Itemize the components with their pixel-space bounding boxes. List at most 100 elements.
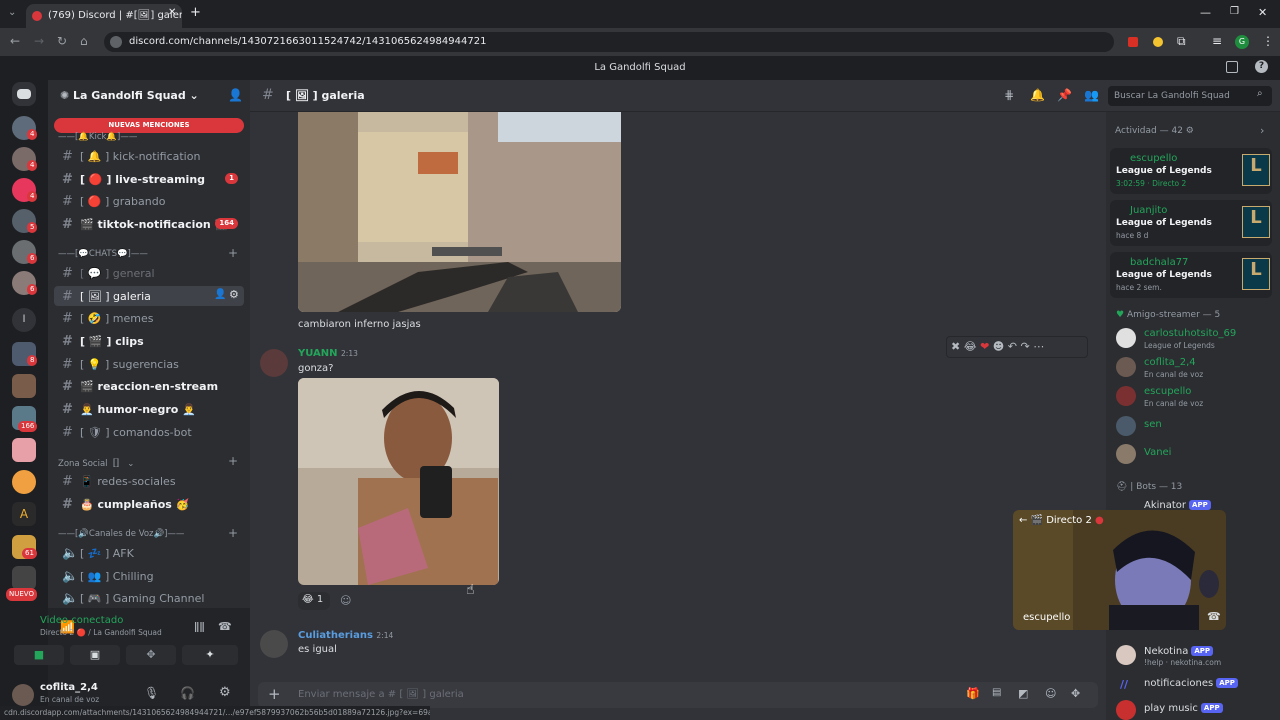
direct-messages-icon[interactable] — [12, 82, 36, 106]
member-name[interactable]: escupello — [1144, 386, 1191, 397]
member-name[interactable]: Vanei — [1144, 447, 1171, 458]
help-icon[interactable]: ? — [1255, 60, 1268, 73]
voice-location[interactable]: Directo 2 🔴 / La Gandolfi Squad — [40, 628, 162, 637]
message-author[interactable]: Culiatherians 2:14 — [298, 630, 393, 641]
avatar[interactable] — [1116, 444, 1136, 464]
invite-icon[interactable]: 👤 — [214, 289, 226, 300]
apps-icon[interactable]: ✥ — [1071, 687, 1080, 700]
server-header[interactable]: ✺ La Gandolfi Squad ⌄ — [60, 89, 199, 102]
notification-bell-icon[interactable]: 🔔 — [1030, 88, 1045, 102]
react-icon[interactable]: ✖ — [951, 340, 960, 353]
notificaciones-bot-icon[interactable]: // — [1120, 678, 1128, 691]
headphones-icon[interactable]: 🎧 — [180, 686, 195, 700]
member-name[interactable]: Nekotina APP — [1144, 646, 1214, 657]
emoji-icon[interactable]: ☺ — [1045, 687, 1056, 700]
avatar[interactable] — [260, 630, 288, 658]
tab-search-icon[interactable]: ⌄ — [8, 7, 16, 18]
restore-icon[interactable]: ❐ — [1230, 6, 1239, 17]
image-attachment[interactable] — [298, 378, 499, 585]
add-reaction-icon[interactable]: ☻ — [993, 340, 1004, 353]
settings-gear-icon[interactable]: ⚙ — [229, 288, 239, 301]
popout-header[interactable]: ← 🎬 Directo 2 ● — [1019, 515, 1104, 526]
activity-card[interactable]: Juanjito League of Legends hace 8 d L — [1110, 200, 1272, 246]
inbox-icon[interactable] — [1226, 61, 1238, 73]
channel-clips[interactable]: #[ 🎬 ] clips — [54, 331, 244, 351]
activity-card[interactable]: badchala77 League of Legends hace 2 sem.… — [1110, 252, 1272, 298]
close-tab-icon[interactable]: ✕ — [168, 7, 176, 18]
new-servers-pill[interactable]: NUEVO — [6, 588, 37, 601]
voice-status[interactable]: Video conectado — [40, 615, 123, 626]
member-list-icon[interactable]: 👥 — [1084, 88, 1099, 102]
channel-humor-negro[interactable]: # 👨‍💼 humor-negro 👨‍💼 — [54, 399, 244, 419]
member-name[interactable]: play music APP — [1144, 703, 1223, 714]
channel-reaccion-en-stream[interactable]: # 🎬 reaccion-en-stream — [54, 376, 244, 396]
channel-cumpleanos[interactable]: # 🎂 cumpleaños 🥳 — [54, 494, 244, 514]
activities-button[interactable]: ✥ — [126, 645, 176, 665]
voice-channel-afk[interactable]: 🔈[ 💤 ] AFK — [54, 543, 244, 563]
image-attachment[interactable] — [298, 112, 621, 312]
server-icon[interactable]: l — [12, 308, 36, 332]
sticker-icon[interactable]: ◩ — [1018, 687, 1028, 700]
channel-comandos-bot[interactable]: #[ 🛡 ] comandos-bot — [54, 422, 244, 442]
channel-general[interactable]: #[ 💬 ] general — [54, 263, 244, 283]
disconnect-icon[interactable]: ☎ — [218, 620, 232, 633]
browser-tab[interactable]: (769) Discord | #[🖼] galería — [26, 4, 182, 28]
member-name[interactable]: sen — [1144, 419, 1162, 430]
chevron-right-icon[interactable]: › — [1260, 124, 1264, 137]
voice-channel-chilling[interactable]: 🔈[ 👥 ] Chilling — [54, 566, 244, 586]
channel-galeria[interactable]: #[ 🖼 ] galeria 👤 ⚙ — [54, 286, 244, 306]
forward-icon[interactable]: ↷ — [1020, 340, 1029, 353]
avatar[interactable] — [1116, 357, 1136, 377]
message-author[interactable]: YUANN 2:13 — [298, 348, 358, 359]
channel-live-streaming[interactable]: #[ 🔴 ] live-streaming 1 — [54, 169, 244, 189]
server-icon[interactable] — [12, 566, 36, 590]
channel-sugerencias[interactable]: #[ 💡 ] sugerencias — [54, 354, 244, 374]
invite-people-icon[interactable]: 👤 — [228, 88, 243, 102]
create-channel-icon[interactable]: + — [228, 246, 238, 260]
server-icon[interactable] — [12, 470, 36, 494]
pinned-messages-icon[interactable]: 📌 — [1057, 88, 1072, 102]
reload-icon[interactable]: ↻ — [57, 34, 67, 48]
member-name[interactable]: carlostuhotsito_69 — [1144, 328, 1236, 339]
avatar[interactable] — [1116, 386, 1136, 406]
activity-card[interactable]: escupello League of Legends 3:02:59 · Di… — [1110, 148, 1272, 194]
server-icon[interactable] — [12, 374, 36, 398]
message-composer[interactable]: + Enviar mensaje a # [ 🖼 ] galeria 🎁 ▤ ◩… — [258, 682, 1098, 708]
add-reaction-icon[interactable]: ☺ — [340, 594, 351, 607]
new-tab-icon[interactable]: + — [190, 5, 201, 20]
search-input[interactable]: Buscar La Gandolfi Squad — [1108, 86, 1272, 106]
gif-icon[interactable]: ▤ — [992, 687, 1001, 698]
voice-channel-gaming[interactable]: 🔈[ 🎮 ] Gaming Channel — [54, 588, 244, 608]
server-icon[interactable] — [12, 438, 36, 462]
stream-popout[interactable]: ← 🎬 Directo 2 ● escupello ☎ — [1013, 510, 1226, 630]
new-mentions-bar[interactable]: NUEVAS MENCIONES — [54, 118, 244, 133]
create-channel-icon[interactable]: + — [228, 454, 238, 468]
server-icon[interactable]: A — [12, 502, 36, 526]
extension-icon[interactable] — [1128, 37, 1138, 47]
home-icon[interactable]: ⌂ — [80, 34, 88, 48]
category-social[interactable]: Zona Social〚〛 ⌄ — [58, 457, 134, 469]
category-kick[interactable]: ——[🔔Kick🔔]—— — [58, 132, 137, 142]
microphone-icon[interactable]: 🎙 — [144, 686, 159, 700]
upload-plus-icon[interactable]: + — [268, 685, 281, 703]
avatar[interactable] — [1116, 328, 1136, 348]
site-info-icon[interactable] — [110, 36, 122, 48]
category-voice[interactable]: ——[🔊Canales de Voz🔊]—— — [58, 529, 184, 539]
threads-icon[interactable]: ⋕ — [1004, 88, 1014, 102]
member-name[interactable]: notificaciones APP — [1144, 678, 1238, 689]
user-name[interactable]: coflita_2,4 — [40, 682, 98, 693]
avatar[interactable] — [1116, 416, 1136, 436]
channel-kick-notification[interactable]: #[ 🔔 ] kick-notification — [54, 146, 244, 166]
profile-avatar-icon[interactable]: G — [1235, 35, 1249, 49]
close-window-icon[interactable]: ✕ — [1258, 6, 1267, 19]
channel-memes[interactable]: #[ 🤣 ] memes — [54, 308, 244, 328]
screen-share-button[interactable]: ▣ — [70, 645, 120, 665]
user-avatar[interactable] — [12, 684, 34, 706]
channel-redes-sociales[interactable]: # 📱 redes-sociales — [54, 471, 244, 491]
user-settings-icon[interactable]: ⚙ — [219, 685, 231, 700]
channel-tiktok-notificacion[interactable]: # 🎬 tiktok-notificacion 🎬 164 — [54, 214, 244, 234]
minimize-icon[interactable]: — — [1200, 6, 1211, 19]
create-channel-icon[interactable]: + — [228, 526, 238, 540]
popout-disconnect-icon[interactable]: ☎ — [1207, 610, 1221, 623]
media-control-icon[interactable]: ≡ — [1212, 34, 1222, 48]
